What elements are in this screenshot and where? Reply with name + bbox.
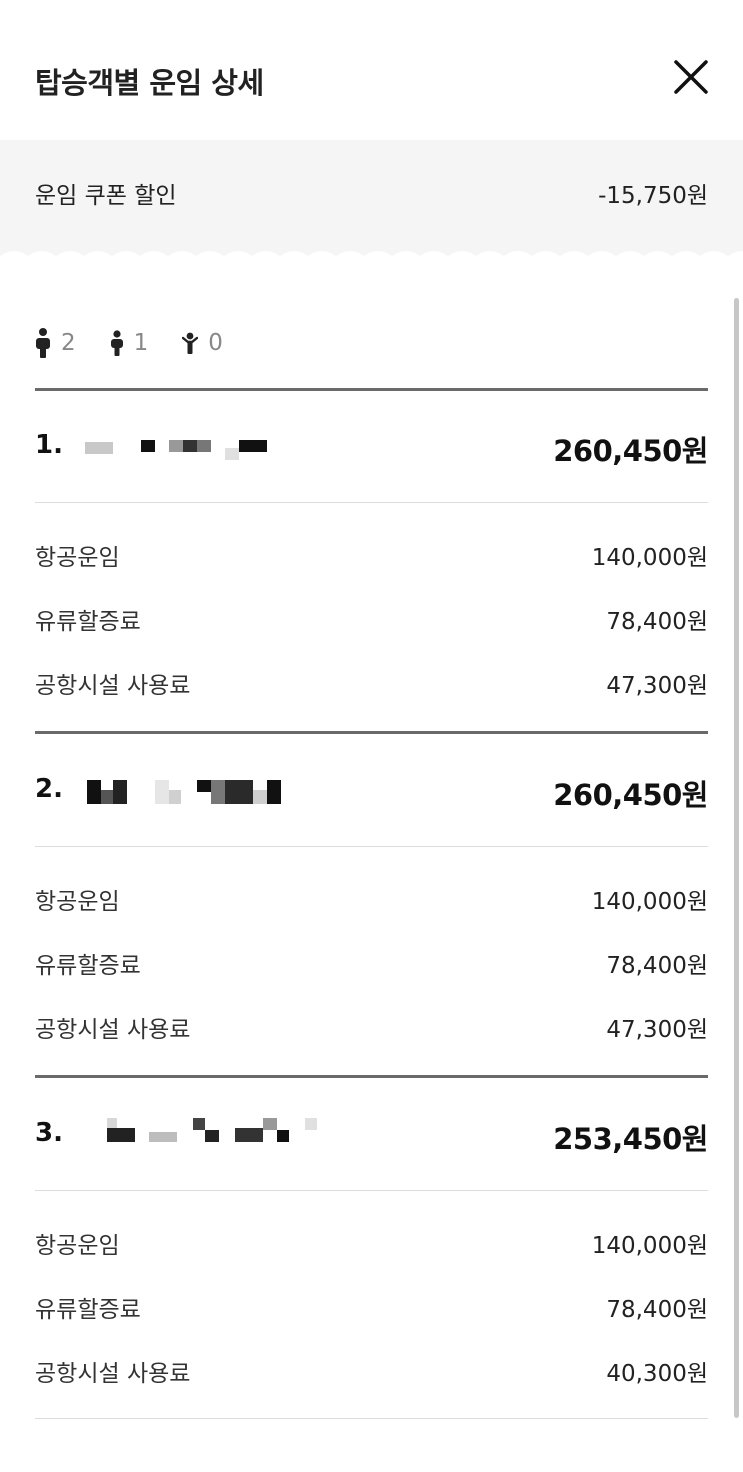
fare-row-fuel-surcharge: 유류할증료 78,400원 — [35, 1290, 708, 1324]
infant-count: 0 — [182, 330, 223, 356]
passenger-name-redacted — [71, 1118, 331, 1150]
row-divider — [35, 846, 708, 847]
fare-value: 47,300원 — [606, 673, 708, 699]
section-divider — [35, 388, 708, 391]
fare-label: 항공운임 — [35, 889, 120, 915]
fare-row-airport-fee: 공항시설 사용료 40,300원 — [35, 1354, 708, 1388]
fare-value: 47,300원 — [606, 1017, 708, 1043]
close-icon — [674, 60, 708, 94]
fare-value: 78,400원 — [606, 953, 708, 979]
row-divider — [35, 502, 708, 503]
passenger-number: 3. — [35, 1118, 63, 1148]
fare-label: 유류할증료 — [35, 609, 141, 635]
fare-row-fuel-surcharge: 유류할증료 78,400원 — [35, 946, 708, 980]
page-title: 탑승객별 운임 상세 — [35, 66, 264, 100]
fare-label: 항공운임 — [35, 1233, 120, 1259]
fare-label: 유류할증료 — [35, 1297, 141, 1323]
child-count-value: 1 — [133, 330, 149, 356]
fare-label: 공항시설 사용료 — [35, 673, 191, 699]
header: 탑승객별 운임 상세 — [0, 0, 743, 140]
adult-count-value: 2 — [61, 330, 76, 356]
close-button[interactable] — [664, 52, 716, 104]
passenger-name-redacted — [71, 776, 331, 806]
fare-value: 140,000원 — [591, 1233, 708, 1259]
fare-label: 항공운임 — [35, 545, 120, 571]
passenger-total: 260,450원 — [553, 434, 708, 468]
fare-value: 78,400원 — [606, 1297, 708, 1323]
fare-row-airfare: 항공운임 140,000원 — [35, 538, 708, 572]
coupon-label: 운임 쿠폰 할인 — [35, 183, 177, 209]
passenger-total: 253,450원 — [553, 1122, 708, 1156]
fare-row-airfare: 항공운임 140,000원 — [35, 882, 708, 916]
fare-detail-sheet: 탑승객별 운임 상세 운임 쿠폰 할인 -15,750원 2 1 0 1. 26… — [0, 0, 743, 1472]
child-icon — [110, 330, 123, 356]
section-divider — [35, 1075, 708, 1078]
adult-count: 2 — [35, 328, 76, 358]
fare-value: 140,000원 — [591, 889, 708, 915]
infant-count-value: 0 — [208, 330, 223, 356]
fare-value: 78,400원 — [606, 609, 708, 635]
fare-label: 공항시설 사용료 — [35, 1017, 191, 1043]
passenger-number: 2. — [35, 774, 63, 804]
passenger-row: 2. 260,450원 — [35, 772, 708, 812]
fare-row-airport-fee: 공항시설 사용료 47,300원 — [35, 1010, 708, 1044]
fare-label: 유류할증료 — [35, 953, 141, 979]
passenger-count-summary: 2 1 0 — [35, 320, 257, 366]
passenger-total: 260,450원 — [553, 778, 708, 812]
adult-icon — [36, 328, 50, 358]
coupon-value: -15,750원 — [598, 183, 708, 209]
passenger-row: 1. 260,450원 — [35, 428, 708, 468]
row-divider — [35, 1418, 708, 1419]
fare-label: 공항시설 사용료 — [35, 1361, 191, 1387]
fare-value: 40,300원 — [606, 1361, 708, 1387]
fare-row-airfare: 항공운임 140,000원 — [35, 1226, 708, 1260]
row-divider — [35, 1190, 708, 1191]
section-divider — [35, 731, 708, 734]
child-count: 1 — [110, 330, 149, 356]
scrollbar[interactable] — [734, 298, 739, 1418]
fare-row-fuel-surcharge: 유류할증료 78,400원 — [35, 602, 708, 636]
fare-row-airport-fee: 공항시설 사용료 47,300원 — [35, 666, 708, 700]
fare-value: 140,000원 — [591, 545, 708, 571]
infant-icon — [182, 332, 199, 354]
passenger-name-redacted — [71, 432, 331, 462]
passenger-number: 1. — [35, 430, 63, 460]
scalloped-edge — [0, 251, 743, 272]
passenger-row: 3. 253,450원 — [35, 1116, 708, 1156]
